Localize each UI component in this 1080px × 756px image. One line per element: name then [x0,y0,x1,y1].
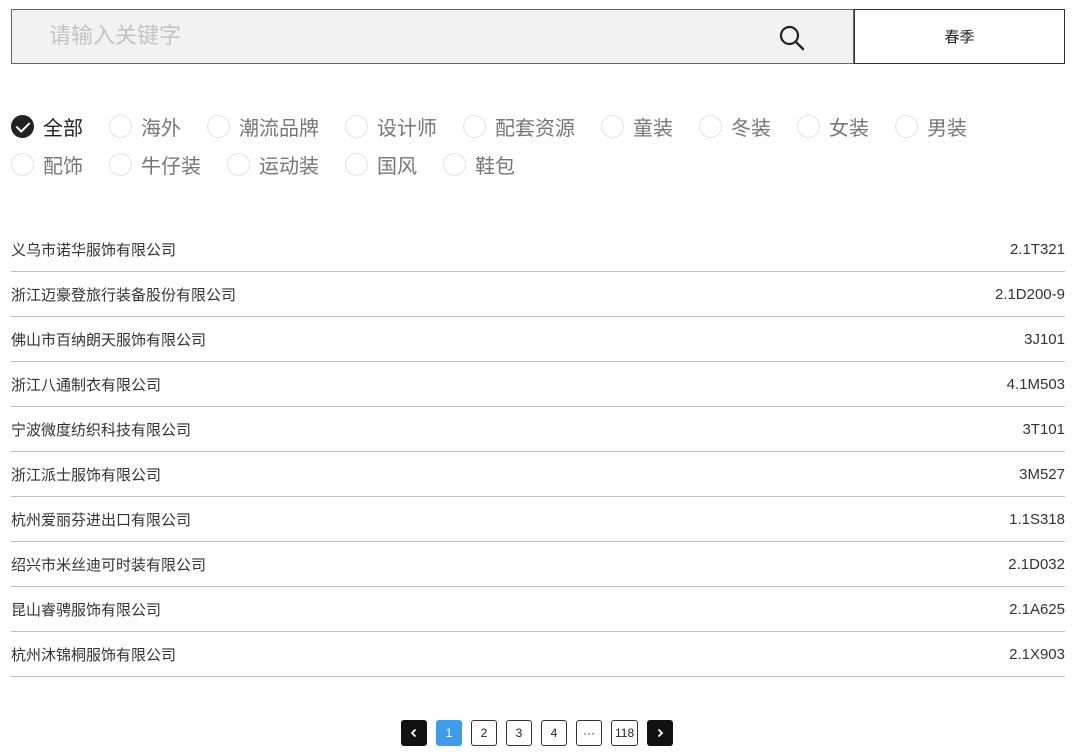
table-row[interactable]: 宁波微度纺织科技有限公司 3T101 [11,407,1065,452]
table-row[interactable]: 佛山市百纳朗天服饰有限公司 3J101 [11,317,1065,362]
radio-unchecked-icon[interactable] [797,114,820,138]
booth-number: 2.1D200-9 [994,285,1065,303]
table-row[interactable]: 浙江八通制衣有限公司 4.1M503 [11,362,1065,407]
filter-label: 鞋包 [475,153,515,178]
page-button-1[interactable]: 1 [436,720,462,746]
radio-unchecked-icon[interactable] [109,114,132,138]
company-name[interactable]: 绍兴市米丝迪可时装有限公司 [11,554,206,575]
booth-number: 3T101 [1022,420,1065,438]
filter-label: 冬装 [731,115,771,140]
filter-option[interactable]: 国风 [345,150,417,179]
filter-option[interactable]: 设计师 [345,112,437,141]
prev-page-button[interactable] [401,720,427,746]
company-name[interactable]: 浙江派士服饰有限公司 [11,464,161,485]
company-name[interactable]: 杭州爱丽芬进出口有限公司 [11,509,191,530]
filter-label: 童装 [633,115,673,140]
radio-unchecked-icon[interactable] [345,152,368,176]
filter-option[interactable]: 运动装 [227,150,319,179]
company-name[interactable]: 昆山睿骋服饰有限公司 [11,599,161,620]
booth-number: 2.1T321 [1009,240,1065,258]
filter-option[interactable]: 女装 [797,112,869,141]
booth-number: 1.1S318 [1009,510,1065,528]
radio-unchecked-icon[interactable] [699,114,722,138]
filter-option[interactable]: 全部 [11,112,83,141]
page-button-2[interactable]: 2 [471,720,497,746]
booth-number: 2.1X903 [1009,645,1065,663]
next-page-button[interactable] [647,720,674,746]
company-name[interactable]: 杭州沐锦桐服饰有限公司 [11,644,176,665]
pagination: 1 2 3 4 ··· 118 [401,720,682,746]
radio-unchecked-icon[interactable] [463,114,486,138]
company-name[interactable]: 浙江八通制衣有限公司 [11,374,161,395]
table-row[interactable]: 义乌市诺华服饰有限公司 2.1T321 [11,227,1065,272]
filter-option[interactable]: 男装 [895,112,967,141]
table-row[interactable]: 浙江派士服饰有限公司 3M527 [11,452,1065,497]
table-row[interactable]: 浙江迈豪登旅行装备股份有限公司 2.1D200-9 [11,272,1065,317]
filter-option[interactable]: 配饰 [11,150,83,179]
filter-option[interactable]: 海外 [109,112,181,141]
filter-option[interactable]: 牛仔装 [109,150,201,179]
filter-label: 全部 [43,115,83,140]
filter-option[interactable]: 配套资源 [463,112,575,141]
filter-row: 全部 海外 潮流品牌 设计师 配套资源 童装 冬装 女装 男装 [11,108,1071,144]
radio-unchecked-icon[interactable] [109,152,132,176]
search-icon[interactable] [778,24,806,52]
radio-unchecked-icon[interactable] [207,114,230,138]
filter-label: 配饰 [43,153,83,178]
company-name[interactable]: 浙江迈豪登旅行装备股份有限公司 [11,284,236,305]
radio-unchecked-icon[interactable] [345,114,368,138]
season-select-button[interactable]: 春季 [854,9,1065,64]
search-box [11,9,854,64]
radio-unchecked-icon[interactable] [895,114,918,138]
filter-option[interactable]: 冬装 [699,112,771,141]
search-row: 春季 [11,9,1065,64]
filter-label: 运动装 [259,153,319,178]
filter-row: 配饰 牛仔装 运动装 国风 鞋包 [11,146,1071,182]
filter-label: 海外 [141,115,181,140]
radio-unchecked-icon[interactable] [227,152,250,176]
booth-number: 2.1D032 [1008,555,1065,573]
filter-label: 男装 [927,115,967,140]
last-page-button[interactable]: 118 [611,720,639,746]
radio-unchecked-icon[interactable] [443,152,466,176]
radio-unchecked-icon[interactable] [601,114,624,138]
filter-label: 女装 [829,115,869,140]
table-row[interactable]: 绍兴市米丝迪可时装有限公司 2.1D032 [11,542,1065,587]
company-name[interactable]: 佛山市百纳朗天服饰有限公司 [11,329,206,350]
filter-label: 牛仔装 [141,153,201,178]
company-list: 义乌市诺华服饰有限公司 2.1T321 浙江迈豪登旅行装备股份有限公司 2.1D200… [11,227,1065,677]
table-row[interactable]: 杭州沐锦桐服饰有限公司 2.1X903 [11,632,1065,677]
company-name[interactable]: 宁波微度纺织科技有限公司 [11,419,191,440]
table-row[interactable]: 昆山睿骋服饰有限公司 2.1A625 [11,587,1065,632]
booth-number: 2.1A625 [1009,600,1065,618]
filter-label: 国风 [377,153,417,178]
booth-number: 3J101 [1024,330,1065,348]
filter-label: 配套资源 [495,115,575,140]
search-input[interactable] [12,10,752,63]
filter-label: 潮流品牌 [239,115,319,140]
booth-number: 3M527 [1019,465,1065,483]
chevron-left-icon [410,728,417,738]
table-row[interactable]: 杭州爱丽芬进出口有限公司 1.1S318 [11,497,1065,542]
chevron-right-icon [658,728,664,738]
page-button-3[interactable]: 3 [506,720,532,746]
filter-option[interactable]: 潮流品牌 [207,112,319,141]
filter-option[interactable]: 童装 [601,112,673,141]
filter-option[interactable]: 鞋包 [443,150,515,179]
booth-number: 4.1M503 [1006,375,1065,393]
category-filters: 全部 海外 潮流品牌 设计师 配套资源 童装 冬装 女装 男装 配饰 牛仔装 运动装 国风 鞋包 [11,108,1071,184]
radio-unchecked-icon[interactable] [11,152,34,176]
company-name[interactable]: 义乌市诺华服饰有限公司 [11,239,176,260]
page-button-4[interactable]: 4 [541,720,567,746]
filter-label: 设计师 [377,115,437,140]
radio-checked-icon[interactable] [11,114,34,138]
page-ellipsis-button[interactable]: ··· [576,720,602,746]
